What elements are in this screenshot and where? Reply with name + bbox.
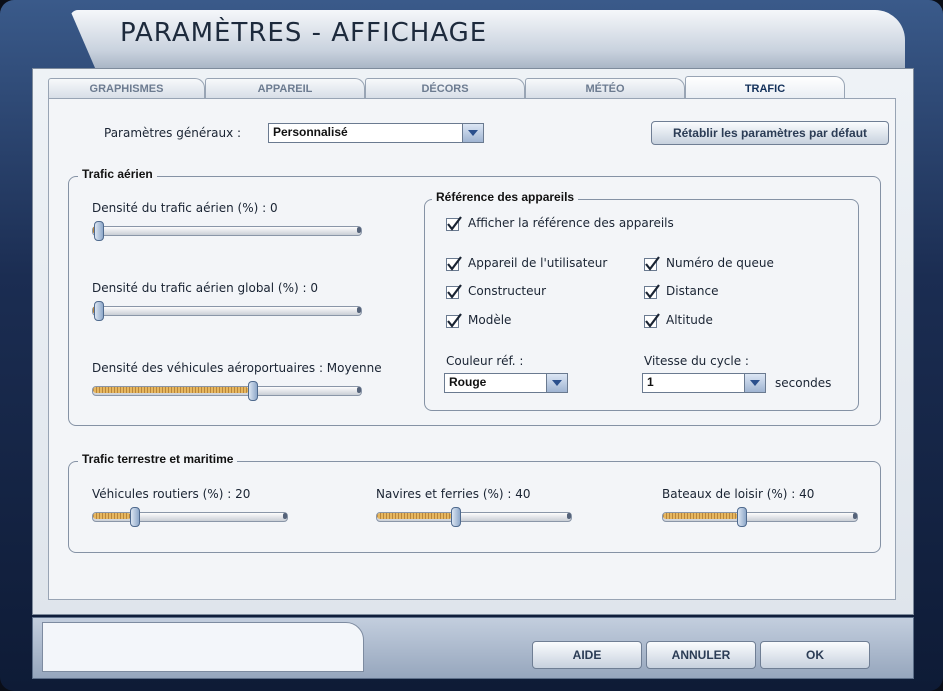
air-density-slider[interactable] xyxy=(92,221,362,241)
model-checkbox[interactable] xyxy=(446,313,462,328)
manufacturer-checkbox[interactable] xyxy=(446,284,462,299)
general-settings-label: Paramètres généraux : xyxy=(104,126,242,140)
tail-number-checkbox[interactable] xyxy=(644,256,660,271)
airport-vehicles-label: Densité des véhicules aéroportuaires : M… xyxy=(92,361,382,375)
user-aircraft-label: Appareil de l'utilisateur xyxy=(468,256,608,270)
checkmark-icon xyxy=(644,313,660,328)
global-density-slider[interactable] xyxy=(92,301,362,321)
window-title: PARAMÈTRES - AFFICHAGE xyxy=(120,18,488,48)
altitude-label: Altitude xyxy=(666,313,713,327)
tail-number-label: Numéro de queue xyxy=(666,256,774,270)
tab-graphismes[interactable]: GRAPHISMES xyxy=(48,78,205,99)
status-box xyxy=(42,622,364,672)
slider-thumb[interactable] xyxy=(94,221,104,241)
air-traffic-title: Trafic aérien xyxy=(78,167,157,181)
cancel-button[interactable]: ANNULER xyxy=(646,641,756,669)
road-vehicles-slider[interactable] xyxy=(92,507,288,527)
show-labels-label: Afficher la référence des appareils xyxy=(468,216,674,230)
chevron-down-icon[interactable] xyxy=(744,374,765,392)
model-label: Modèle xyxy=(468,313,512,327)
distance-label: Distance xyxy=(666,284,719,298)
tab-decors[interactable]: DÉCORS xyxy=(365,78,525,99)
checkmark-icon xyxy=(446,216,462,231)
ground-traffic-group xyxy=(68,461,881,553)
road-vehicles-label: Véhicules routiers (%) : 20 xyxy=(92,487,251,501)
tab-trafic[interactable]: TRAFIC xyxy=(685,76,845,99)
cycle-unit-label: secondes xyxy=(775,376,832,390)
checkmark-icon xyxy=(446,313,462,328)
reset-defaults-button[interactable]: Rétablir les paramètres par défaut xyxy=(651,121,889,145)
global-density-label: Densité du trafic aérien global (%) : 0 xyxy=(92,281,319,295)
slider-thumb[interactable] xyxy=(451,507,461,527)
ground-traffic-title: Trafic terrestre et maritime xyxy=(78,452,238,466)
label-color-value: Rouge xyxy=(449,375,487,389)
user-aircraft-checkbox[interactable] xyxy=(446,256,462,271)
ok-button[interactable]: OK xyxy=(760,641,870,669)
cycle-speed-label: Vitesse du cycle : xyxy=(644,354,749,368)
air-density-label: Densité du trafic aérien (%) : 0 xyxy=(92,201,278,215)
manufacturer-label: Constructeur xyxy=(468,284,547,298)
label-color-label: Couleur réf. : xyxy=(446,354,524,368)
general-settings-value: Personnalisé xyxy=(273,125,348,139)
ships-ferries-label: Navires et ferries (%) : 40 xyxy=(376,487,531,501)
checkmark-icon xyxy=(644,256,660,271)
slider-thumb[interactable] xyxy=(248,381,258,401)
help-button[interactable]: AIDE xyxy=(532,641,642,669)
leisure-boats-label: Bateaux de loisir (%) : 40 xyxy=(662,487,815,501)
airport-vehicles-slider[interactable] xyxy=(92,381,362,401)
checkmark-icon xyxy=(446,284,462,299)
distance-checkbox[interactable] xyxy=(644,284,660,299)
tab-meteo[interactable]: MÉTÉO xyxy=(525,78,685,99)
slider-thumb[interactable] xyxy=(94,301,104,321)
chevron-down-icon[interactable] xyxy=(462,124,483,142)
altitude-checkbox[interactable] xyxy=(644,313,660,328)
leisure-boats-slider[interactable] xyxy=(662,507,858,527)
cycle-speed-select[interactable]: 1 xyxy=(642,373,766,393)
tab-appareil[interactable]: APPAREIL xyxy=(205,78,365,99)
aircraft-labels-title: Référence des appareils xyxy=(432,190,579,204)
slider-thumb[interactable] xyxy=(130,507,140,527)
checkmark-icon xyxy=(644,284,660,299)
label-color-select[interactable]: Rouge xyxy=(444,373,568,393)
general-settings-select[interactable]: Personnalisé xyxy=(268,123,484,143)
slider-thumb[interactable] xyxy=(737,507,747,527)
checkmark-icon xyxy=(446,256,462,271)
show-labels-checkbox[interactable] xyxy=(446,216,462,231)
cycle-speed-value: 1 xyxy=(647,375,654,389)
chevron-down-icon[interactable] xyxy=(546,374,567,392)
ships-ferries-slider[interactable] xyxy=(376,507,572,527)
